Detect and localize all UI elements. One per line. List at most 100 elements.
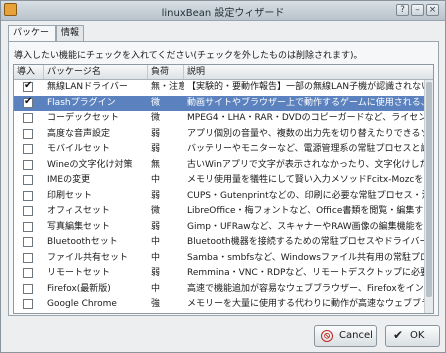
package-name: Wineの文字化け対策 <box>47 159 133 170</box>
package-load: 中 <box>151 237 161 247</box>
column-header-package-name[interactable]: パッケージ名 <box>44 65 148 79</box>
install-cell <box>14 282 44 297</box>
column-header-load[interactable]: 負荷 <box>148 65 184 79</box>
package-description: Samba・smbfsなど、Windowsファイル共有用の常駐プロセスと関 <box>187 252 425 263</box>
help-button[interactable]: ? <box>396 4 409 16</box>
install-checkbox[interactable] <box>23 190 33 201</box>
cancel-button[interactable]: ⦸ Cancel <box>314 325 377 347</box>
install-checkbox[interactable] <box>23 237 33 247</box>
install-checkbox[interactable]: ✔ <box>23 80 33 92</box>
column-header-install[interactable]: 導入 <box>14 65 44 79</box>
package-load: 微 <box>151 113 161 123</box>
install-checkbox[interactable] <box>23 221 33 232</box>
ok-button[interactable]: ✔ OK <box>385 325 440 347</box>
table-row[interactable]: Wineの文字化け対策 無 古いWinアプリで文字が表示されなかったり、文字化けした… <box>14 158 425 174</box>
install-checkbox[interactable] <box>23 128 33 139</box>
list-rows: ✔ 無線LANドライバー 無・注意 【実験的・要動作報告】一部の無線LAN子機が認識さ… <box>14 80 425 313</box>
install-cell <box>14 173 44 188</box>
package-name: 印刷セット <box>47 190 93 201</box>
package-load: 中 <box>151 252 161 263</box>
package-description: メモリ使用量を犠牲にして賢い入力メソッドFcitx-Mozcをインスト <box>187 175 425 185</box>
package-load: 無・注意 <box>151 82 184 92</box>
tab-info[interactable]: 情報 <box>56 25 84 41</box>
package-description: 高速で機能追加が容易なウェブブラウザー、Firefoxをインストール <box>187 283 425 294</box>
vertical-scrollbar[interactable] <box>424 80 433 313</box>
table-row[interactable]: ✔ 無線LANドライバー 無・注意 【実験的・要動作報告】一部の無線LAN子機が認識さ… <box>14 80 425 96</box>
package-description: CUPS・Gutenprintなどの、印刷に必要な常駐プロセス・汎用ドラ <box>187 190 425 201</box>
package-name: 写真編集セット <box>47 221 111 232</box>
package-load: 微 <box>151 97 161 108</box>
window-title: linuxBean 設定ウィザード <box>161 8 285 19</box>
table-row[interactable]: Bluetoothセット 中 Bluetooth機器を接続するための常駐プロセスやド… <box>14 235 425 251</box>
package-load: 弱 <box>151 128 161 139</box>
install-cell <box>14 251 44 266</box>
ok-button-label: OK <box>410 330 425 341</box>
install-cell <box>14 111 44 126</box>
package-name: モバイルセット <box>47 144 111 154</box>
package-load: 弱 <box>151 221 161 232</box>
install-checkbox[interactable] <box>23 113 33 123</box>
package-name: ファイル共有セット <box>47 252 129 263</box>
table-row[interactable]: 印刷セット 弱 CUPS・Gutenprintなどの、印刷に必要な常駐プロセス・汎用… <box>14 189 425 205</box>
package-description: 【実験的・要動作報告】一部の無線LAN子機が認識されない問題 <box>187 82 425 92</box>
install-checkbox[interactable] <box>23 283 33 294</box>
table-row[interactable]: ファイル共有セット 中 Samba・smbfsなど、Windowsファイル共有用の常… <box>14 251 425 267</box>
install-cell <box>14 266 44 281</box>
package-load: 弱 <box>151 144 161 154</box>
install-checkbox[interactable] <box>23 268 33 278</box>
package-name: コーデックセット <box>47 113 120 123</box>
table-row[interactable]: オフィスセット 微 LibreOffice・梅フォントなど、Office書類を閲覧・… <box>14 204 425 220</box>
cancel-button-label: Cancel <box>339 330 373 341</box>
table-row[interactable]: リモートセット 弱 Remmina・VNC・RDPなど、リモートデスクトップに必要な… <box>14 266 425 282</box>
install-cell <box>14 204 44 219</box>
package-description: バッテリーやモニターなど、電源管理系の常駐プロセスと設定アプ <box>187 144 425 154</box>
package-list: 導入 パッケージ名 負荷 説明 ✔ 無線LANドライバー 無・注意 【実験的・要動作報… <box>13 64 434 314</box>
install-checkbox[interactable] <box>23 175 33 185</box>
list-header: 導入 パッケージ名 負荷 説明 <box>14 65 433 80</box>
install-checkbox[interactable]: ✔ <box>23 95 33 108</box>
install-cell: ✔ <box>14 96 44 111</box>
package-description: 古いWinアプリで文字が表示されなかったり、文字化けしたりする <box>187 159 425 170</box>
package-name: IMEの変更 <box>47 175 91 185</box>
table-row[interactable]: コーデックセット 微 MPEG4・LHA・RAR・DVDのコピーガードなど、ライセン… <box>14 111 425 127</box>
package-description: Gimp・UFRawなど、スキャナーやRAW画像の編集機能をインスト <box>187 221 425 232</box>
install-checkbox[interactable] <box>23 144 33 154</box>
package-description: Remmina・VNC・RDPなど、リモートデスクトップに必要なライブラ <box>187 268 425 278</box>
table-row[interactable]: ✔ Flashプラグイン 微 動画サイトやブラウザー上で動作するゲームに使用される、A… <box>14 95 425 111</box>
install-checkbox[interactable] <box>23 299 33 309</box>
install-cell <box>14 127 44 142</box>
close-button[interactable]: × <box>426 4 439 16</box>
table-row[interactable]: 高度な音声設定 弱 アプリ個別の音量や、複数の出力先を切り替えたりできるソフトウ <box>14 127 425 143</box>
table-row[interactable]: Google Chrome 強 メモリーを大量に使用する代わりに動作が高速なウェブブ… <box>14 297 425 313</box>
table-row[interactable]: モバイルセット 弱 バッテリーやモニターなど、電源管理系の常駐プロセスと設定アプ <box>14 142 425 158</box>
minimize-button[interactable]: – <box>411 4 424 16</box>
packages-panel: 導入したい機能にチェックを入れてください(チェックを外したものは削除されます)。… <box>8 41 439 316</box>
package-name: Flashプラグイン <box>47 97 116 108</box>
checkmark-icon: ✔ <box>24 80 33 91</box>
install-checkbox[interactable] <box>23 252 33 263</box>
checkmark-icon: ✔ <box>392 328 404 342</box>
install-cell <box>14 158 44 173</box>
table-row[interactable]: 写真編集セット 弱 Gimp・UFRawなど、スキャナーやRAW画像の編集機能をイン… <box>14 220 425 236</box>
cancel-icon: ⦸ <box>321 330 333 342</box>
package-load: 弱 <box>151 190 161 201</box>
checkmark-icon: ✔ <box>24 95 33 107</box>
install-checkbox[interactable] <box>23 206 33 216</box>
column-header-description[interactable]: 説明 <box>184 65 433 79</box>
install-cell <box>14 297 44 312</box>
title-bar[interactable]: linuxBean 設定ウィザード ? – × <box>1 1 445 21</box>
package-name: Google Chrome <box>47 299 117 309</box>
table-row[interactable]: IMEの変更 中 メモリ使用量を犠牲にして賢い入力メソッドFcitx-Mozcをイン… <box>14 173 425 189</box>
install-checkbox[interactable] <box>23 159 33 170</box>
package-name: 高度な音声設定 <box>47 128 111 139</box>
scrollbar-thumb[interactable] <box>426 82 432 297</box>
tab-packages[interactable]: パッケージ <box>8 25 56 52</box>
package-load: 中 <box>151 283 161 294</box>
package-name: Bluetoothセット <box>47 237 118 247</box>
install-cell: ✔ <box>14 80 44 95</box>
table-row[interactable]: Firefox(最新版) 中 高速で機能追加が容易なウェブブラウザー、Firefox… <box>14 282 425 298</box>
package-name: Firefox(最新版) <box>47 283 111 294</box>
package-load: 弱 <box>151 268 161 278</box>
install-cell <box>14 189 44 204</box>
install-cell <box>14 142 44 157</box>
